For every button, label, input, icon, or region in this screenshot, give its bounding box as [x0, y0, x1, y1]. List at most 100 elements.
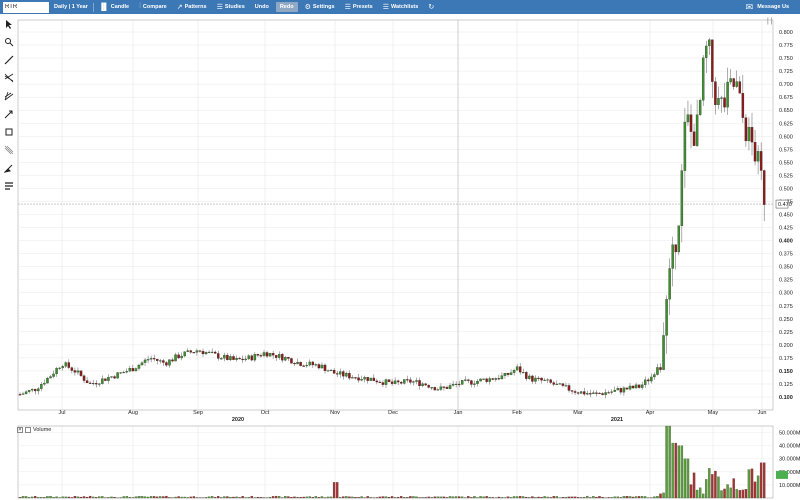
volume-bar	[570, 496, 574, 499]
candle-body	[335, 373, 339, 375]
candle-body	[287, 357, 290, 359]
candle-body	[326, 370, 330, 372]
candle-body	[192, 352, 196, 354]
price-tick-label: 0.575	[779, 147, 793, 153]
watchlists-button[interactable]: ☰ Watchlists	[378, 0, 424, 14]
volume-bar	[683, 458, 687, 499]
candle-body	[363, 377, 366, 380]
candle-body	[390, 381, 394, 384]
volume-bar	[122, 496, 125, 499]
candle-body	[152, 358, 156, 360]
candle-body	[73, 370, 77, 373]
volume-bar	[503, 497, 507, 499]
candle-body	[720, 97, 723, 99]
volume-bar	[55, 496, 58, 499]
candle-body	[204, 352, 208, 355]
volume-bar	[390, 496, 394, 499]
candle-body	[101, 378, 104, 384]
candle-body	[711, 39, 714, 82]
candle-body	[732, 78, 735, 87]
price-tick-label: 0.400	[779, 239, 793, 245]
month-label: Dec	[388, 410, 398, 416]
volume-bar	[162, 496, 165, 499]
chart-canvas[interactable]: 0.800 0.775 0.750 0.725 0.700 0.675 0.650 0.625…	[0, 14, 800, 500]
volume-bar	[561, 497, 565, 499]
candle-body	[95, 383, 98, 385]
candle-body	[528, 375, 531, 379]
month-label: Oct	[261, 410, 270, 416]
volume-bar	[397, 496, 400, 499]
candles	[18, 37, 766, 399]
volume-bar	[159, 496, 162, 499]
candle-body	[759, 151, 763, 171]
patterns-button[interactable]: ↗ Patterns	[172, 0, 212, 14]
volume-bar	[137, 496, 141, 499]
volume-bar	[506, 496, 510, 499]
candle-button[interactable]: ▐▌ Candle	[94, 0, 134, 14]
volume-bar	[436, 496, 440, 499]
candle-body	[177, 354, 180, 359]
candle-body	[628, 385, 632, 390]
interval-selector[interactable]: Daily | 1 Year	[49, 0, 93, 14]
refresh-button[interactable]: ↻	[423, 0, 441, 14]
candle-body	[622, 387, 626, 393]
candle-body	[403, 379, 406, 384]
price-tick-label: 0.700	[779, 82, 793, 88]
candle-body	[125, 371, 128, 373]
volume-bar	[747, 469, 751, 499]
month-label: Sep	[193, 410, 203, 416]
volume-bar	[439, 496, 443, 499]
volume-bar	[381, 496, 385, 499]
grid	[17, 19, 774, 499]
redo-button[interactable]: Redo	[275, 2, 298, 12]
candle-body	[534, 377, 537, 382]
volume-bar	[607, 497, 610, 499]
studies-button[interactable]: ☰ Studies	[212, 0, 250, 14]
volume-options-icon[interactable]	[25, 427, 31, 433]
month-label: Mar	[573, 410, 583, 416]
candle-body	[259, 355, 263, 357]
compare-button[interactable]: ⫶ Compare	[134, 0, 172, 14]
volume-bar	[515, 496, 519, 499]
price-tick-label: 0.125	[779, 382, 793, 388]
watchlists-label: Watchlists	[391, 4, 419, 10]
volume-bar	[183, 496, 186, 499]
price-tick-label: 0.550	[779, 160, 793, 166]
candle-body	[677, 225, 681, 253]
candle-body	[439, 386, 443, 390]
volume-bar	[509, 497, 513, 499]
price-tick-label: 0.250	[779, 317, 793, 323]
volume-bar	[537, 496, 540, 499]
settings-button[interactable]: ⚙ Settings	[300, 0, 340, 14]
candle-body	[183, 351, 186, 357]
symbol-input[interactable]	[3, 1, 49, 13]
undo-button[interactable]: Undo	[250, 0, 274, 14]
volume-bar	[296, 496, 299, 499]
candle-body	[595, 392, 598, 394]
volume-bar	[750, 468, 754, 499]
volume-bar	[64, 496, 67, 499]
candle-body	[723, 97, 726, 108]
volume-bar	[180, 496, 183, 499]
candle-body	[531, 375, 534, 382]
candle-body	[598, 392, 601, 394]
candle-body	[400, 381, 403, 384]
candle-body	[512, 370, 516, 373]
candle-body	[448, 385, 452, 389]
candle-body	[561, 383, 565, 386]
candle-body	[436, 389, 440, 391]
candle-body	[409, 379, 412, 383]
candle-body	[64, 362, 67, 367]
volume-bar	[714, 470, 717, 499]
candle-body	[406, 379, 409, 381]
presets-button[interactable]: ☰ Presets	[340, 0, 378, 14]
candle-body	[381, 382, 385, 385]
candle-body	[418, 380, 421, 387]
close-icon[interactable]: ×	[17, 427, 23, 433]
candle-body	[726, 81, 729, 108]
candle-body	[40, 384, 43, 389]
candle-body	[503, 373, 507, 376]
candle-body	[314, 364, 318, 366]
message-us-button[interactable]: ✉ Message Us	[741, 0, 794, 14]
volume-bar	[564, 497, 568, 499]
